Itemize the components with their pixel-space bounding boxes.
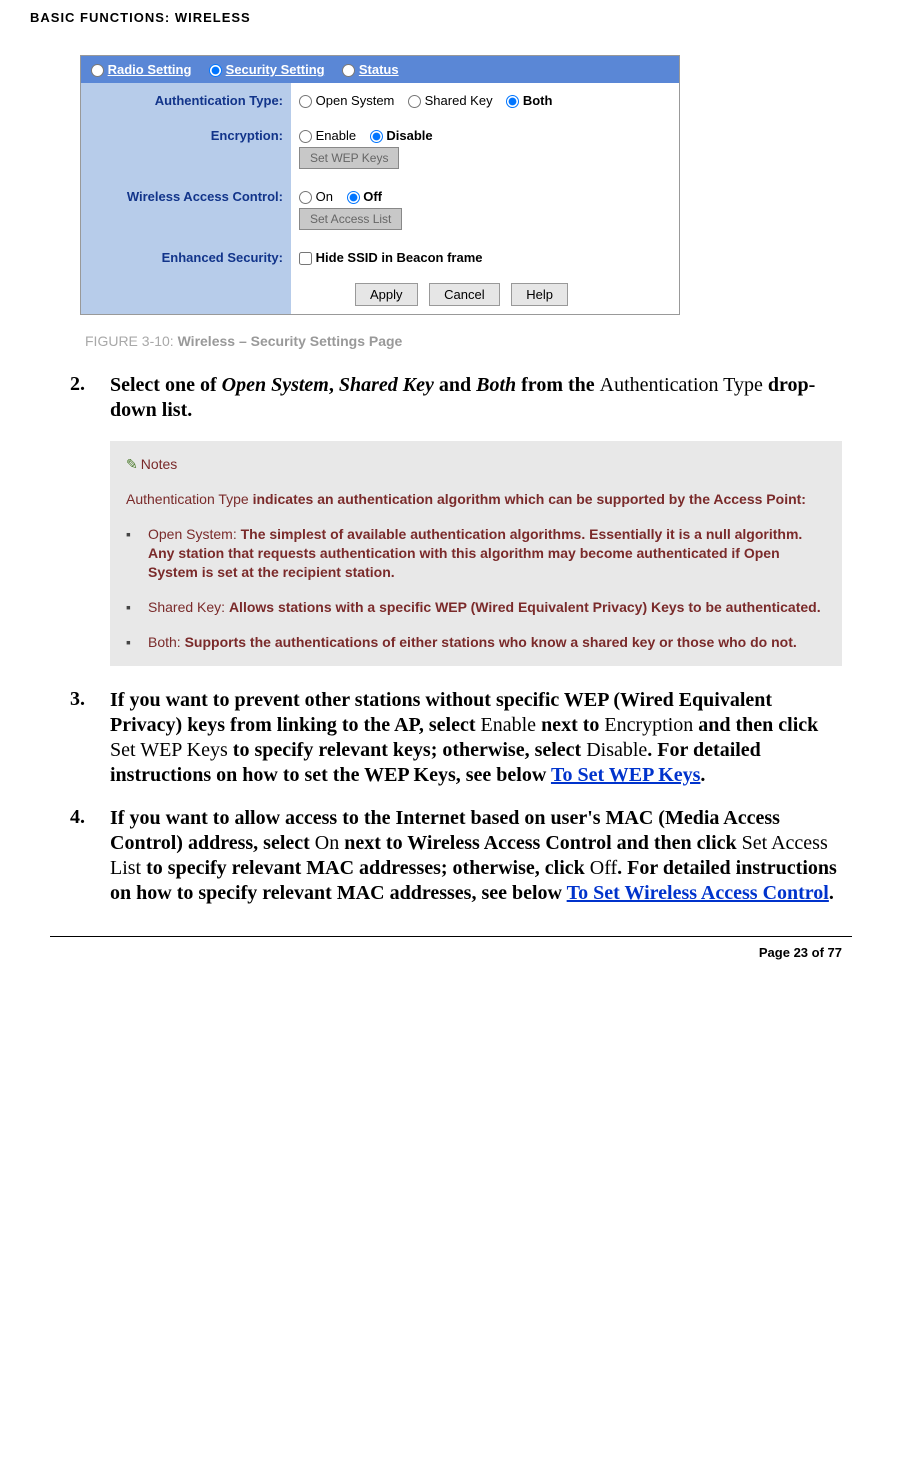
enc-disable-label: Disable	[386, 128, 432, 143]
auth-shared-radio[interactable]	[408, 95, 421, 108]
step-2: 2. Select one of Open System, Shared Key…	[30, 373, 872, 423]
wac-off-label: Off	[363, 189, 382, 204]
radio-setting-radio[interactable]	[91, 64, 104, 77]
enc-enable-label: Enable	[316, 128, 356, 143]
notes-item-both: ▪ Both: Supports the authentications of …	[126, 633, 826, 652]
bullet-icon: ▪	[126, 598, 148, 617]
auth-both-radio[interactable]	[506, 95, 519, 108]
wac-off-radio[interactable]	[347, 191, 360, 204]
step-4-num: 4.	[70, 806, 110, 906]
wac-link[interactable]: To Set Wireless Access Control	[567, 882, 829, 904]
apply-button[interactable]: Apply	[355, 283, 418, 306]
auth-shared-label: Shared Key	[425, 93, 493, 108]
step-4-body: If you want to allow access to the Inter…	[110, 806, 842, 906]
tab-radio-label: Radio Setting	[108, 62, 192, 77]
wep-keys-link[interactable]: To Set WEP Keys	[551, 764, 700, 786]
hide-ssid-checkbox[interactable]	[299, 252, 312, 265]
hide-ssid-label: Hide SSID in Beacon frame	[316, 250, 483, 265]
spacer	[81, 275, 291, 314]
notes-box: ✎Notes Authentication Type indicates an …	[110, 441, 842, 665]
tab-status-label: Status	[359, 62, 399, 77]
cancel-button[interactable]: Cancel	[429, 283, 499, 306]
step-3: 3. If you want to prevent other stations…	[30, 688, 872, 788]
notes-item-open: ▪ Open System: The simplest of available…	[126, 525, 826, 582]
wac-label: Wireless Access Control:	[81, 179, 291, 240]
embedded-screenshot: Radio Setting Security Setting Status Au…	[80, 55, 872, 315]
status-radio[interactable]	[342, 64, 355, 77]
auth-type-label: Authentication Type:	[81, 83, 291, 118]
screenshot-tab-bar: Radio Setting Security Setting Status	[81, 56, 679, 83]
bullet-icon: ▪	[126, 633, 148, 652]
pencil-icon: ✎	[126, 456, 138, 472]
page-header: BASIC FUNCTIONS: WIRELESS	[30, 10, 872, 25]
step-2-body: Select one of Open System, Shared Key an…	[110, 373, 842, 423]
notes-title: ✎Notes	[126, 455, 826, 474]
wac-on-radio[interactable]	[299, 191, 312, 204]
tab-security-label: Security Setting	[226, 62, 325, 77]
enc-disable-radio[interactable]	[370, 130, 383, 143]
wac-on-label: On	[316, 189, 333, 204]
bullet-icon: ▪	[126, 525, 148, 582]
figure-title: Wireless – Security Settings Page	[178, 333, 403, 349]
auth-open-label: Open System	[316, 93, 395, 108]
enc-enable-radio[interactable]	[299, 130, 312, 143]
set-wep-keys-button[interactable]: Set WEP Keys	[299, 147, 399, 169]
set-access-list-button[interactable]: Set Access List	[299, 208, 402, 230]
step-4: 4. If you want to allow access to the In…	[30, 806, 872, 906]
footer-rule	[50, 936, 852, 937]
step-2-num: 2.	[70, 373, 110, 423]
enhanced-security-label: Enhanced Security:	[81, 240, 291, 275]
notes-lead: Authentication Type indicates an authent…	[126, 490, 826, 509]
figure-caption: FIGURE 3-10: Wireless – Security Setting…	[85, 333, 872, 349]
security-setting-radio[interactable]	[209, 64, 222, 77]
step-3-body: If you want to prevent other stations wi…	[110, 688, 842, 788]
notes-item-shared: ▪ Shared Key: Allows stations with a spe…	[126, 598, 826, 617]
step-3-num: 3.	[70, 688, 110, 788]
encryption-label: Encryption:	[81, 118, 291, 179]
help-button[interactable]: Help	[511, 283, 568, 306]
page-footer: Page 23 of 77	[30, 945, 872, 972]
auth-open-radio[interactable]	[299, 95, 312, 108]
auth-both-label: Both	[523, 93, 553, 108]
figure-lead: FIGURE 3-10:	[85, 333, 178, 349]
